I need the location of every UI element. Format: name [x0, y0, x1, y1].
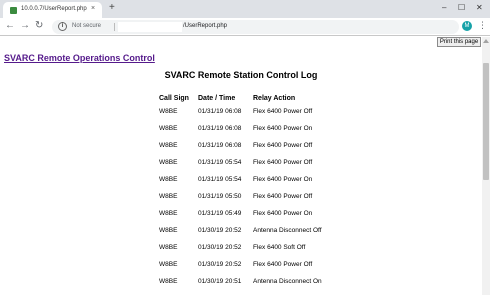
date-time-cell: 01/31/19 05:54 [198, 176, 242, 183]
reload-icon[interactable]: ↻ [35, 20, 43, 32]
redacted-host [118, 22, 182, 32]
scroll-up-arrow-icon[interactable] [483, 39, 489, 43]
profile-avatar[interactable]: M [462, 21, 472, 31]
call-sign-cell: W8BE [159, 261, 178, 268]
print-button[interactable]: Print this page [437, 37, 481, 47]
vertical-scrollbar[interactable] [482, 37, 490, 295]
table-row: W8BE 01/30/19 20:51 Antenna Disconnect On [159, 278, 343, 295]
table-row: W8BE 01/30/19 20:52 Antenna Disconnect Off [159, 227, 343, 244]
back-arrow-icon[interactable]: ← [5, 20, 15, 32]
call-sign-cell: W8BE [159, 210, 178, 217]
kebab-menu-icon[interactable]: ⋮ [478, 20, 487, 30]
relay-action-cell: Antenna Disconnect On [253, 278, 322, 285]
call-sign-cell: W8BE [159, 176, 178, 183]
call-sign-cell: W8BE [159, 108, 178, 115]
close-window-icon[interactable]: ✕ [476, 3, 483, 12]
close-tab-icon[interactable]: × [91, 5, 95, 12]
call-sign-cell: W8BE [159, 227, 178, 234]
table-row: W8BE 01/31/19 05:54 Flex 6400 Power On [159, 176, 343, 193]
relay-action-cell: Flex 6400 Power Off [253, 159, 313, 166]
date-time-cell: 01/31/19 05:54 [198, 159, 242, 166]
call-sign-cell: W8BE [159, 125, 178, 132]
call-sign-cell: W8BE [159, 193, 178, 200]
browser-toolbar: ← → ↻ i Not secure /UserReport.php ☆ M ⋮ [0, 18, 490, 36]
date-time-cell: 01/30/19 20:51 [198, 278, 242, 285]
table-row: W8BE 01/31/19 05:54 Flex 6400 Power Off [159, 159, 343, 176]
date-time-cell: 01/31/19 06:08 [198, 108, 242, 115]
minimize-icon[interactable]: – [442, 3, 446, 12]
browser-tab[interactable]: 10.0.0.7/UserReport.php × [3, 2, 102, 18]
date-time-cell: 01/31/19 05:50 [198, 193, 242, 200]
call-sign-cell: W8BE [159, 278, 178, 285]
relay-action-cell: Antenna Disconnect Off [253, 227, 322, 234]
table-row: W8BE 01/31/19 06:08 Flex 6400 Power Off [159, 142, 343, 159]
url-text[interactable]: /UserReport.php [183, 23, 227, 29]
table-row: W8BE 01/31/19 05:50 Flex 6400 Power Off [159, 193, 343, 210]
page-title: SVARC Remote Station Control Log [164, 70, 318, 80]
relay-action-cell: Flex 6400 Power Off [253, 108, 313, 115]
scrollbar-thumb[interactable] [483, 63, 489, 180]
call-sign-cell: W8BE [159, 142, 178, 149]
relay-action-cell: Flex 6400 Soft Off [253, 244, 306, 251]
forward-arrow-icon[interactable]: → [20, 20, 30, 32]
relay-action-cell: Flex 6400 Power On [253, 125, 313, 132]
column-header-relay-action: Relay Action [253, 95, 296, 102]
call-sign-cell: W8BE [159, 159, 178, 166]
relay-action-cell: Flex 6400 Power Off [253, 261, 313, 268]
relay-action-cell: Flex 6400 Power On [253, 210, 313, 217]
table-row: W8BE 01/31/19 06:08 Flex 6400 Power On [159, 125, 343, 142]
table-row: W8BE 01/31/19 06:08 Flex 6400 Power Off [159, 108, 343, 125]
relay-action-cell: Flex 6400 Power On [253, 176, 313, 183]
table-row: W8BE 01/30/19 20:52 Flex 6400 Power Off [159, 261, 343, 278]
control-log-table: Call Sign Date / Time Relay Action W8BE 0… [159, 95, 343, 295]
table-header-row: Call Sign Date / Time Relay Action [159, 95, 343, 108]
table-row: W8BE 01/30/19 20:52 Flex 6400 Soft Off [159, 244, 343, 261]
address-bar[interactable]: i Not secure /UserReport.php ☆ [52, 20, 459, 34]
date-time-cell: 01/30/19 20:52 [198, 227, 242, 234]
column-header-date-time: Date / Time [198, 95, 236, 102]
page-viewport: Print this page SVARC Remote Operations … [0, 37, 482, 295]
new-tab-button[interactable]: + [109, 3, 115, 13]
tab-title: 10.0.0.7/UserReport.php [21, 6, 87, 12]
date-time-cell: 01/31/19 06:08 [198, 125, 242, 132]
favicon-icon [10, 7, 17, 14]
date-time-cell: 01/30/19 20:52 [198, 261, 242, 268]
table-row: W8BE 01/31/19 05:49 Flex 6400 Power On [159, 210, 343, 227]
date-time-cell: 01/31/19 06:08 [198, 142, 242, 149]
call-sign-cell: W8BE [159, 244, 178, 251]
site-home-link[interactable]: SVARC Remote Operations Control [4, 53, 155, 63]
relay-action-cell: Flex 6400 Power Off [253, 193, 313, 200]
info-icon[interactable]: i [58, 22, 67, 31]
tab-strip: 10.0.0.7/UserReport.php × + – ☐ ✕ [0, 0, 490, 18]
column-header-call-sign: Call Sign [159, 95, 189, 102]
relay-action-cell: Flex 6400 Power Off [253, 142, 313, 149]
security-label: Not secure [72, 23, 102, 29]
maximize-icon[interactable]: ☐ [458, 3, 465, 12]
date-time-cell: 01/31/19 05:49 [198, 210, 242, 217]
divider [114, 23, 115, 31]
date-time-cell: 01/30/19 20:52 [198, 244, 242, 251]
